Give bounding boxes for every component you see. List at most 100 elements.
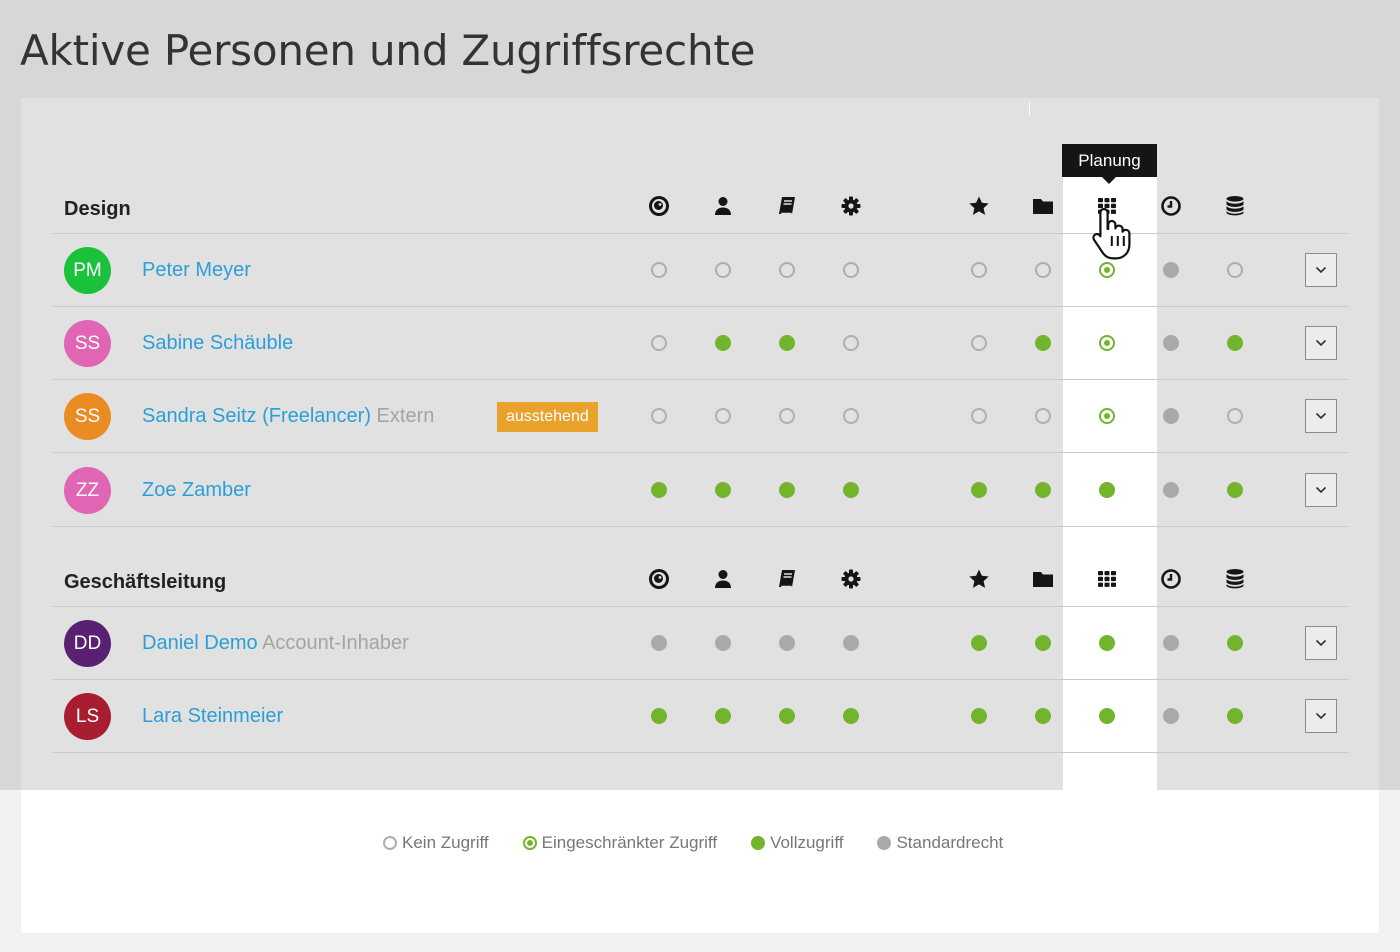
permission-cell[interactable] [1203, 454, 1267, 526]
permission-cell[interactable] [755, 307, 819, 379]
person-name-link[interactable]: Sandra Seitz (Freelancer) [142, 405, 371, 427]
permission-cell[interactable] [819, 607, 883, 679]
permission-cell[interactable] [819, 234, 883, 306]
permission-cell[interactable] [947, 380, 1011, 452]
permission-full-dot [971, 708, 987, 724]
permission-cell[interactable] [1011, 454, 1075, 526]
permission-cell[interactable] [691, 380, 755, 452]
permission-cell[interactable] [755, 234, 819, 306]
permission-cell[interactable] [627, 680, 691, 752]
permission-cell[interactable] [1011, 307, 1075, 379]
permission-cell[interactable] [1011, 607, 1075, 679]
person-role: Extern [376, 405, 435, 427]
permission-cell[interactable] [1203, 380, 1267, 452]
person-name-link[interactable]: Sabine Schäuble [142, 332, 293, 354]
permission-cell[interactable] [1139, 307, 1203, 379]
gear-icon [839, 194, 863, 218]
permission-cell[interactable] [1203, 234, 1267, 306]
permission-cell[interactable] [1139, 380, 1203, 452]
column-header-clock[interactable] [1139, 178, 1203, 233]
permission-cell[interactable] [691, 454, 755, 526]
permission-cell[interactable] [819, 680, 883, 752]
permission-cell[interactable] [627, 234, 691, 306]
star-icon [967, 194, 991, 218]
legend: Kein Zugriff Eingeschränkter Zugriff Vol… [383, 833, 1037, 853]
permission-cell[interactable] [755, 454, 819, 526]
chevron-down-icon [1315, 339, 1327, 347]
permission-cell[interactable] [1075, 680, 1139, 752]
column-header-gear[interactable] [819, 551, 883, 606]
person-name-link[interactable]: Lara Steinmeier [142, 705, 283, 727]
permission-cell[interactable] [1011, 680, 1075, 752]
permission-cell[interactable] [947, 454, 1011, 526]
permission-cell[interactable] [691, 680, 755, 752]
permission-full-dot [1035, 335, 1051, 351]
permission-std-dot [1163, 335, 1179, 351]
person-label: Lara Steinmeier [142, 705, 283, 728]
row-dropdown-button[interactable] [1305, 326, 1337, 360]
folder-icon [1031, 194, 1055, 218]
permission-cell[interactable] [1139, 680, 1203, 752]
permission-cell[interactable] [1203, 607, 1267, 679]
permission-cell[interactable] [947, 607, 1011, 679]
person-name-link[interactable]: Daniel Demo [142, 632, 258, 654]
person-name-link[interactable]: Zoe Zamber [142, 479, 251, 501]
permission-cell[interactable] [1203, 307, 1267, 379]
permission-cell[interactable] [1075, 380, 1139, 452]
permission-cell[interactable] [755, 680, 819, 752]
permission-cell[interactable] [1139, 607, 1203, 679]
database-icon [1223, 567, 1247, 591]
column-header-user[interactable] [691, 178, 755, 233]
column-header-book[interactable] [755, 551, 819, 606]
permission-cell[interactable] [627, 307, 691, 379]
column-header-grid[interactable] [1075, 551, 1139, 606]
person-label: Sabine Schäuble [142, 332, 293, 355]
row-dropdown-button[interactable] [1305, 253, 1337, 287]
permission-cell[interactable] [1075, 607, 1139, 679]
column-header-folder[interactable] [1011, 551, 1075, 606]
permission-cell[interactable] [691, 607, 755, 679]
permission-cell[interactable] [947, 680, 1011, 752]
column-header-database[interactable] [1203, 178, 1267, 233]
row-dropdown-button[interactable] [1305, 473, 1337, 507]
permission-full-dot [715, 335, 731, 351]
permission-none-dot [651, 262, 667, 278]
permission-none-dot [1035, 408, 1051, 424]
permission-full-dot [843, 708, 859, 724]
permission-cell[interactable] [691, 234, 755, 306]
column-header-star[interactable] [947, 551, 1011, 606]
permission-cell[interactable] [627, 607, 691, 679]
permission-cell[interactable] [1139, 234, 1203, 306]
permission-cell[interactable] [1011, 380, 1075, 452]
permission-cell[interactable] [819, 307, 883, 379]
permission-cell[interactable] [627, 380, 691, 452]
column-header-user[interactable] [691, 551, 755, 606]
permission-cell[interactable] [1011, 234, 1075, 306]
permission-cell[interactable] [947, 307, 1011, 379]
permission-cell[interactable] [1139, 454, 1203, 526]
person-name-link[interactable]: Peter Meyer [142, 259, 251, 281]
table-row: SS Sabine Schäuble [53, 307, 1349, 380]
permission-cell[interactable] [1075, 307, 1139, 379]
column-header-folder[interactable] [1011, 178, 1075, 233]
column-header-gear[interactable] [819, 178, 883, 233]
column-header-star[interactable] [947, 178, 1011, 233]
row-dropdown-button[interactable] [1305, 699, 1337, 733]
permission-cell[interactable] [755, 607, 819, 679]
permission-cell[interactable] [755, 380, 819, 452]
column-header-target[interactable] [627, 551, 691, 606]
column-header-database[interactable] [1203, 551, 1267, 606]
column-header-book[interactable] [755, 178, 819, 233]
table-row: PM Peter Meyer [53, 234, 1349, 307]
permission-cell[interactable] [691, 307, 755, 379]
permission-cell[interactable] [627, 454, 691, 526]
row-dropdown-button[interactable] [1305, 626, 1337, 660]
permission-cell[interactable] [819, 454, 883, 526]
permission-cell[interactable] [947, 234, 1011, 306]
permission-cell[interactable] [1203, 680, 1267, 752]
permission-cell[interactable] [1075, 454, 1139, 526]
column-header-clock[interactable] [1139, 551, 1203, 606]
row-dropdown-button[interactable] [1305, 399, 1337, 433]
column-header-target[interactable] [627, 178, 691, 233]
permission-cell[interactable] [819, 380, 883, 452]
